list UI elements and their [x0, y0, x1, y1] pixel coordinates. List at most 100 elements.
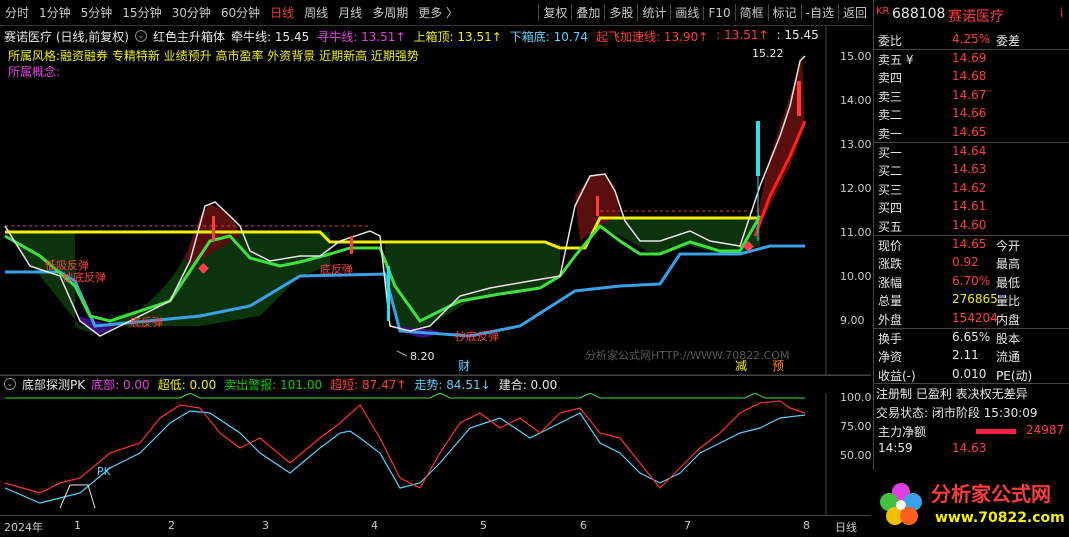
bid-row-1-label: 买二 — [878, 164, 903, 179]
period-tab-10[interactable]: 更多 〉 — [413, 4, 463, 21]
info-icon[interactable]: i — [1060, 6, 1063, 20]
low-price-label: 8.20 — [410, 350, 435, 363]
sub-tick: 50.00 — [840, 449, 872, 462]
ask-row-1: 卖四 14.68 — [876, 69, 1068, 87]
period-tab-7[interactable]: 周线 — [299, 4, 333, 21]
logo-url: www.70822.com — [935, 510, 1065, 526]
period-tab-4[interactable]: 30分钟 — [167, 4, 216, 21]
stat2-row-2-label: 收益(-) — [878, 368, 916, 383]
sub-dropdown-icon[interactable]: ⌄ — [4, 378, 16, 390]
main-price-chart[interactable]: ◆ ◆ 低吸反弹 抄底反弹 底反弹 底反弹 抄底反弹 15.22 8.20 分析… — [0, 26, 871, 376]
short-red-line — [4, 400, 806, 494]
period-tab-0[interactable]: 分时 — [0, 4, 34, 21]
bid-row-1-value: 14.63 — [952, 162, 987, 177]
stat2-row-0: 换手 6.65% 股本 — [876, 330, 1068, 348]
time-label: 1 — [74, 519, 81, 532]
net-flow-bar — [976, 428, 1016, 434]
ask-row-3-value: 14.66 — [952, 106, 987, 121]
weibi-row: 委比 4.25% 委差 — [876, 32, 1068, 50]
sub-indicator-title: ⌄ 底部探测PK 底部: 0.00 超低: 0.00 卖出警报: 101.00 超短:… — [4, 376, 557, 392]
time-label: 2024年 — [4, 521, 43, 534]
period-tab-2[interactable]: 5分钟 — [76, 4, 118, 21]
bid-row-3-value: 14.61 — [952, 199, 987, 214]
net-flow-label: 主力净额 — [878, 424, 927, 439]
toolbar-button-2[interactable]: 多股 — [604, 4, 637, 21]
toolbar-button-3[interactable]: 统计 — [637, 4, 670, 21]
quote-header: KR 688108 赛诺医疗 i — [876, 6, 1068, 25]
period-tab-5[interactable]: 60分钟 — [216, 4, 265, 21]
last-tick-row: 14:59 14.63 — [876, 441, 1068, 459]
stat-row-1: 涨跌 0.92 最高 — [876, 255, 1068, 273]
sub-indicator-name[interactable]: 底部探测PK — [22, 376, 85, 393]
stat-row-3-label: 总量 — [878, 294, 903, 309]
divider — [874, 234, 1069, 236]
stat2-row-0-value: 6.65% — [952, 329, 991, 344]
period-tab-3[interactable]: 15分钟 — [117, 4, 166, 21]
stat2-row-0-label2: 股本 — [996, 331, 1021, 346]
last-time: 14:59 — [878, 441, 913, 456]
toolbar-button-9[interactable]: 返回 — [837, 4, 871, 21]
ask-row-4-label: 卖一 — [878, 127, 903, 141]
bid-row-3: 买四 14.61 — [876, 199, 1068, 217]
watermark: 分析家公式网HTTP://WWW.70822.COM — [585, 348, 789, 362]
stat2-row-2-label2: PE(动) — [996, 368, 1033, 383]
quote-panel: KR 688108 赛诺医疗 i 委比 4.25% 委差 卖五 ¥ 14.69 卖四 14.68 卖三… — [873, 0, 1069, 537]
price-axis: 15.00 14.00 13.00 12.00 11.00 10.00 9.00 — [840, 26, 873, 376]
time-label: 6 — [580, 519, 587, 532]
toolbar-button-0[interactable]: 复权 — [538, 4, 571, 21]
stat-row-1-label: 涨跌 — [878, 257, 903, 272]
price-tick: 13.00 — [840, 138, 872, 151]
weibi-row-value: 4.25% — [952, 32, 991, 46]
toolbar-button-4[interactable]: 画线 — [670, 4, 703, 21]
sub-value-1: 超低: 0.00 — [157, 377, 217, 392]
divider — [874, 141, 1069, 143]
net-flow-row: 主力净额 24987 — [876, 423, 1068, 441]
time-label: 7 — [684, 519, 691, 532]
toolbar-button-6[interactable]: 简框 — [734, 4, 768, 21]
price-tick: 10.00 — [840, 270, 872, 283]
time-label: 3 — [262, 519, 269, 532]
period-tab-8[interactable]: 月线 — [333, 4, 367, 21]
price-tick: 14.00 — [840, 94, 872, 107]
sub-indicator-chart[interactable]: PK — [0, 393, 871, 515]
stat2-row-1-label2: 流通 — [996, 350, 1021, 365]
period-tab-9[interactable]: 多周期 — [367, 4, 413, 21]
ask-row-2: 卖三 14.67 — [876, 88, 1068, 106]
stat-row-0-label2: 今开 — [996, 238, 1021, 253]
ask-row-4-value: 14.65 — [952, 125, 987, 139]
price-tick: 9.00 — [840, 314, 865, 327]
weibi-row-label: 委比 — [878, 34, 903, 48]
stat-row-0-label: 现价 — [878, 238, 903, 253]
toolbar-button-7[interactable]: 标记 — [767, 4, 801, 21]
period-tab-6[interactable]: 日线 — [265, 4, 299, 21]
stat-row-0: 现价 14.65 今开 — [876, 237, 1068, 255]
stat-row-3: 总量 276865 量比 — [876, 292, 1068, 310]
stat-row-1-label2: 最高 — [996, 257, 1021, 272]
signal-label-4: 底反弹 — [320, 262, 353, 276]
bid-row-4-label: 买五 — [878, 220, 903, 234]
toolbar-button-5[interactable]: F10 — [703, 5, 734, 20]
bid-row-0-value: 14.64 — [952, 143, 987, 158]
stat-row-4-label2: 内盘 — [996, 313, 1021, 327]
stat-row-2: 涨幅 6.70% 最低 — [876, 274, 1068, 292]
marker-jian: 减 — [735, 359, 747, 373]
bid-row-4-value: 14.60 — [952, 218, 987, 232]
sub-value-3: 超短: 87.47↑ — [330, 377, 407, 392]
net-flow-value: 24987 — [1026, 422, 1065, 437]
period-tab-1[interactable]: 1分钟 — [34, 4, 76, 21]
flower-logo-icon — [880, 483, 922, 525]
bid-row-0-label: 买一 — [878, 145, 903, 160]
time-label: 4 — [371, 519, 378, 532]
ask-row-2-value: 14.67 — [952, 87, 987, 102]
toolbar-button-8[interactable]: -自选 — [800, 4, 838, 21]
stat2-row-2: 收益(-) 0.010 PE(动) — [876, 367, 1068, 385]
bid-row-2-value: 14.62 — [952, 180, 987, 195]
stock-name: 赛诺医疗 — [948, 9, 1004, 25]
toolbar-button-1[interactable]: 叠加 — [571, 4, 604, 21]
market-badge: KR — [876, 6, 890, 17]
stat2-row-1: 净资 2.11 流通 — [876, 348, 1068, 366]
stock-code: 688108 — [892, 6, 946, 22]
sub-axis: 100.0 75.00 50.00 — [840, 391, 873, 515]
ask-row-1-value: 14.68 — [952, 69, 987, 84]
ask-row-0-label: 卖五 ¥ — [878, 52, 914, 67]
